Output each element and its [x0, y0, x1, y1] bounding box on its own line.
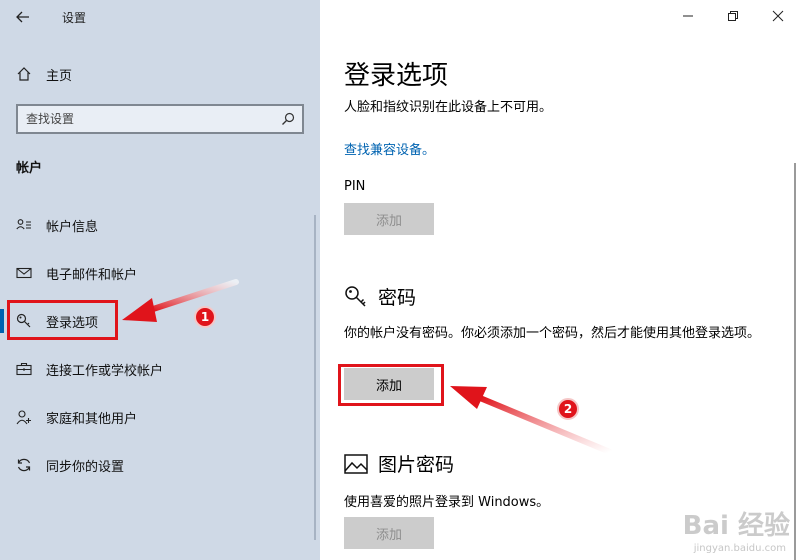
- sidebar-item-label: 帐户信息: [46, 219, 99, 235]
- picture-password-header: 图片密码: [344, 450, 454, 477]
- sidebar-item-label: 连接工作或学校帐户: [46, 363, 164, 379]
- sidebar-item-label: 电子邮件和帐户: [46, 267, 138, 283]
- briefcase-icon: [16, 361, 32, 377]
- find-compatible-devices-link[interactable]: 查找兼容设备。: [344, 139, 435, 158]
- face-fingerprint-text: 人脸和指纹识别在此设备上不可用。: [344, 100, 553, 115]
- section-title: 帐户: [16, 161, 43, 176]
- arrow-left-icon: [16, 11, 29, 23]
- search-input[interactable]: [26, 109, 276, 129]
- picture-icon: [344, 453, 368, 475]
- picture-password-title: 图片密码: [378, 454, 455, 476]
- search-box[interactable]: [16, 104, 304, 134]
- sidebar-item-label: 主页: [46, 68, 73, 84]
- password-description: 你的帐户没有密码。你必须添加一个密码，然后才能使用其他登录选项。: [344, 326, 761, 341]
- sidebar-item-label: 家庭和其他用户: [46, 411, 138, 427]
- minimize-button[interactable]: [673, 4, 703, 28]
- home-icon: [16, 66, 32, 82]
- key-icon: [344, 285, 368, 309]
- password-header: 密码: [344, 283, 416, 310]
- main-panel: 登录选项 人脸和指纹识别在此设备上不可用。 查找兼容设备。 PIN 添加 密码 …: [320, 0, 800, 560]
- sidebar-item-label: 同步你的设置: [46, 459, 125, 475]
- sidebar-item-sync[interactable]: 同步你的设置: [0, 447, 320, 483]
- sidebar: 设置 主页 帐户 帐户信息 电子邮件和帐户 登录选项: [0, 0, 320, 560]
- watermark: Bai 经验: [682, 511, 790, 541]
- sync-icon: [16, 457, 32, 473]
- annotation-badge-1: 1: [194, 306, 216, 328]
- sidebar-item-account-info[interactable]: 帐户信息: [0, 207, 320, 243]
- annotation-highlight-sign-in: [7, 300, 118, 340]
- page-title: 登录选项: [344, 61, 449, 91]
- restore-button[interactable]: [718, 4, 748, 28]
- pin-label: PIN: [344, 179, 366, 194]
- pin-add-button[interactable]: 添加: [344, 203, 434, 235]
- watermark-sub: jingyan.baidu.com: [693, 543, 786, 554]
- minimize-icon: [683, 15, 693, 17]
- mail-icon: [16, 265, 32, 281]
- sidebar-item-work-school[interactable]: 连接工作或学校帐户: [0, 351, 320, 387]
- search-icon[interactable]: [280, 111, 296, 127]
- restore-icon: [728, 11, 738, 21]
- close-icon: [772, 10, 784, 22]
- password-title: 密码: [378, 287, 417, 309]
- person-add-icon: [16, 409, 32, 425]
- picture-password-description: 使用喜爱的照片登录到 Windows。: [344, 495, 550, 510]
- picture-password-add-button[interactable]: 添加: [344, 517, 434, 549]
- annotation-badge-2: 2: [557, 398, 579, 420]
- annotation-highlight-add: [338, 364, 444, 406]
- sidebar-scrollbar[interactable]: [314, 215, 316, 540]
- titlebar-left: 设置: [0, 0, 320, 34]
- app-title: 设置: [62, 11, 87, 25]
- close-button[interactable]: [763, 4, 793, 28]
- sidebar-item-email[interactable]: 电子邮件和帐户: [0, 255, 320, 291]
- main-scrollbar[interactable]: [794, 163, 796, 560]
- account-info-icon: [16, 217, 32, 233]
- back-button[interactable]: [10, 6, 36, 28]
- sidebar-item-family[interactable]: 家庭和其他用户: [0, 399, 320, 435]
- sidebar-item-home[interactable]: 主页: [0, 56, 320, 92]
